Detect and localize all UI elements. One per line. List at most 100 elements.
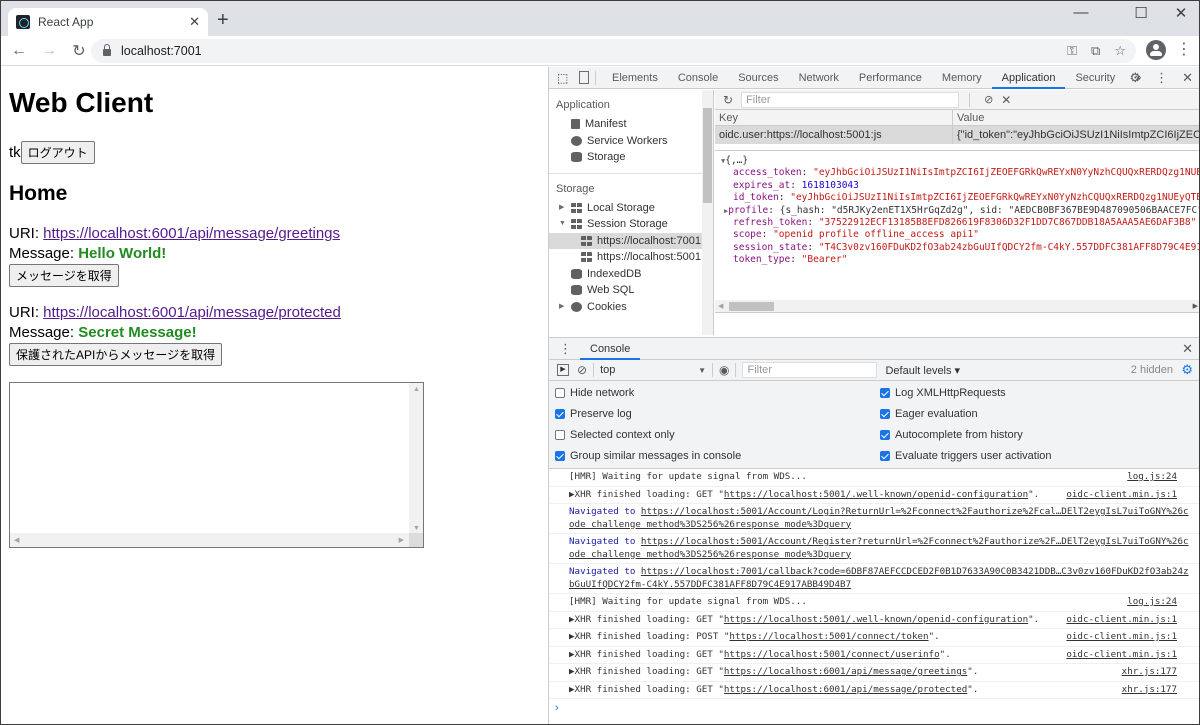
sidebar-item-service-workers[interactable]: Service Workers bbox=[549, 133, 713, 150]
checked-checkbox-icon[interactable] bbox=[880, 430, 890, 440]
message-link[interactable]: https://localhost:5001/connect/token bbox=[729, 631, 928, 642]
refresh-icon[interactable]: ↻ bbox=[723, 93, 733, 107]
devtools-tab-sources[interactable]: Sources bbox=[728, 67, 788, 89]
value-column-header[interactable]: Value bbox=[953, 110, 1199, 125]
message-link[interactable]: https://localhost:5001/Account/Register?… bbox=[641, 536, 1189, 547]
devtools-tab-network[interactable]: Network bbox=[789, 67, 849, 89]
message-link[interactable]: bGuUIfQDCY2fm-C4kY.557DDFC381AFF8D79C4E9… bbox=[569, 579, 851, 590]
expand-arrow-icon[interactable]: ▶ bbox=[559, 299, 569, 316]
logout-button[interactable]: ログアウト bbox=[20, 141, 95, 164]
setting-checkbox[interactable]: Selected context only bbox=[555, 429, 675, 441]
sidebar-scrollbar[interactable] bbox=[702, 90, 713, 335]
output-textarea[interactable]: ▲ ▼ ◀ ▶ bbox=[9, 382, 424, 548]
delete-selected-icon[interactable]: ✕ bbox=[1001, 93, 1011, 107]
bookmark-star-icon[interactable]: ☆ bbox=[1114, 43, 1126, 59]
address-bar[interactable]: localhost:7001 ⚿ ⧉ ☆ bbox=[91, 39, 1136, 63]
sidebar-item-websql[interactable]: Web SQL bbox=[549, 282, 713, 299]
drawer-menu-icon[interactable]: ⋮ bbox=[559, 341, 572, 357]
source-link[interactable]: xhr.js:177 bbox=[1115, 666, 1177, 679]
checked-checkbox-icon[interactable] bbox=[555, 451, 565, 461]
source-link[interactable]: log.js:24 bbox=[1121, 596, 1177, 609]
checked-checkbox-icon[interactable] bbox=[880, 409, 890, 419]
source-link[interactable]: oidc-client.min.js:1 bbox=[1060, 631, 1177, 644]
unchecked-checkbox-icon[interactable] bbox=[555, 430, 565, 440]
console-settings-gear-icon[interactable]: ⚙ bbox=[1181, 362, 1193, 378]
table-row[interactable]: oidc.user:https://localhost:5001:js {"id… bbox=[715, 126, 1199, 144]
vertical-scrollbar[interactable]: ▲ ▼ bbox=[409, 383, 423, 535]
close-drawer-icon[interactable]: ✕ bbox=[1182, 341, 1193, 357]
checked-checkbox-icon[interactable] bbox=[880, 388, 890, 398]
inspect-element-icon[interactable]: ⬚ bbox=[557, 71, 571, 85]
devtools-tab-application[interactable]: Application bbox=[991, 67, 1066, 89]
source-link[interactable]: oidc-client.min.js:1 bbox=[1060, 648, 1177, 661]
back-button[interactable]: ← bbox=[7, 42, 31, 60]
key-icon[interactable]: ⚿ bbox=[1067, 43, 1077, 59]
log-levels-dropdown[interactable]: Default levels ▾ bbox=[885, 364, 960, 377]
device-toolbar-icon[interactable] bbox=[579, 71, 589, 84]
key-column-header[interactable]: Key bbox=[715, 110, 953, 125]
message-link[interactable]: https://localhost:5001/Account/Login?Ret… bbox=[641, 506, 1189, 517]
browser-menu-icon[interactable]: ⋮ bbox=[1176, 42, 1192, 58]
maximize-button[interactable]: ☐ bbox=[1121, 4, 1161, 22]
message-link[interactable]: https://localhost:5001/.well-known/openi… bbox=[724, 489, 1028, 500]
message-link[interactable]: https://localhost:5001/.well-known/openi… bbox=[724, 614, 1028, 625]
live-expression-eye-icon[interactable]: ◉ bbox=[719, 363, 729, 377]
collapse-arrow-icon[interactable]: ▼ bbox=[559, 216, 569, 233]
sidebar-item-manifest[interactable]: Manifest bbox=[549, 116, 713, 133]
expand-arrow-icon[interactable]: ▶ bbox=[559, 200, 569, 217]
protected-uri-link[interactable]: https://localhost:6001/api/message/prote… bbox=[43, 304, 341, 321]
source-link[interactable]: log.js:24 bbox=[1121, 471, 1177, 484]
greetings-uri-link[interactable]: https://localhost:6001/api/message/greet… bbox=[43, 225, 340, 242]
message-link[interactable]: ode_challenge_method%3DS256%26response_m… bbox=[569, 519, 851, 530]
setting-checkbox[interactable]: Log XMLHttpRequests bbox=[880, 387, 1006, 399]
devtools-tab-performance[interactable]: Performance bbox=[849, 67, 932, 89]
source-link[interactable]: xhr.js:177 bbox=[1115, 683, 1177, 696]
setting-checkbox[interactable]: Eager evaluation bbox=[880, 408, 978, 420]
checked-checkbox-icon[interactable] bbox=[880, 451, 890, 461]
context-selector[interactable]: top bbox=[600, 364, 698, 376]
devtools-menu-icon[interactable]: ⋮ bbox=[1155, 70, 1168, 86]
sidebar-item-indexeddb[interactable]: IndexedDB bbox=[549, 266, 713, 283]
preview-horizontal-scrollbar[interactable]: ◀ ▶ bbox=[715, 300, 1199, 313]
devtools-tab-memory[interactable]: Memory bbox=[932, 67, 992, 89]
get-message-button[interactable]: メッセージを取得 bbox=[9, 264, 119, 287]
setting-checkbox[interactable]: Group similar messages in console bbox=[555, 450, 741, 462]
sidebar-toggle-icon[interactable]: ▶ bbox=[557, 364, 569, 376]
setting-checkbox[interactable]: Hide network bbox=[555, 387, 634, 399]
source-link[interactable]: oidc-client.min.js:1 bbox=[1060, 613, 1177, 626]
sidebar-item-local-storage[interactable]: ▶ Local Storage bbox=[549, 200, 713, 217]
close-tab-icon[interactable]: ✕ bbox=[189, 14, 200, 30]
resize-corner[interactable] bbox=[409, 533, 423, 547]
setting-checkbox[interactable]: Preserve log bbox=[555, 408, 632, 420]
message-link[interactable]: https://localhost:7001/callback?code=6DB… bbox=[641, 566, 1189, 577]
message-link[interactable]: https://localhost:5001/connect/userinfo bbox=[724, 649, 940, 660]
settings-gear-icon[interactable]: ⚙ bbox=[1129, 70, 1141, 86]
forward-button[interactable]: → bbox=[37, 42, 61, 60]
console-filter-input[interactable]: Filter bbox=[742, 362, 878, 378]
sidebar-item-cookies[interactable]: ▶ Cookies bbox=[549, 299, 713, 316]
horizontal-scrollbar[interactable]: ◀ ▶ bbox=[10, 533, 410, 547]
sidebar-item-session-5001[interactable]: https://localhost:5001 bbox=[549, 249, 713, 266]
storage-filter-input[interactable]: Filter bbox=[741, 91, 960, 108]
get-protected-message-button[interactable]: 保護されたAPIからメッセージを取得 bbox=[9, 343, 223, 366]
translate-icon[interactable]: ⧉ bbox=[1091, 43, 1100, 59]
sidebar-item-storage[interactable]: Storage bbox=[549, 149, 713, 166]
message-link[interactable]: https://localhost:6001/api/message/greet… bbox=[724, 666, 967, 677]
devtools-tab-security[interactable]: Security bbox=[1065, 67, 1125, 89]
dropdown-arrow-icon[interactable]: ▼ bbox=[698, 366, 706, 375]
new-tab-button[interactable]: + bbox=[217, 10, 229, 30]
message-link[interactable]: ode_challenge_method%3DS256%26response_m… bbox=[569, 549, 851, 560]
clear-all-icon[interactable]: ⊘ bbox=[984, 93, 993, 106]
close-devtools-icon[interactable]: ✕ bbox=[1182, 70, 1193, 86]
drawer-tab-console[interactable]: Console bbox=[580, 338, 641, 360]
close-window-button[interactable]: ✕ bbox=[1161, 4, 1199, 22]
devtools-tab-console[interactable]: Console bbox=[668, 67, 728, 89]
source-link[interactable]: oidc-client.min.js:1 bbox=[1060, 488, 1177, 501]
profile-avatar-icon[interactable] bbox=[1146, 40, 1166, 60]
message-link[interactable]: https://localhost:6001/api/message/prote… bbox=[724, 684, 967, 695]
unchecked-checkbox-icon[interactable] bbox=[555, 388, 565, 398]
browser-tab[interactable]: React App ✕ bbox=[8, 8, 208, 36]
sidebar-item-session-storage[interactable]: ▼ Session Storage bbox=[549, 216, 713, 233]
setting-checkbox[interactable]: Autocomplete from history bbox=[880, 429, 1023, 441]
setting-checkbox[interactable]: Evaluate triggers user activation bbox=[880, 450, 1052, 462]
